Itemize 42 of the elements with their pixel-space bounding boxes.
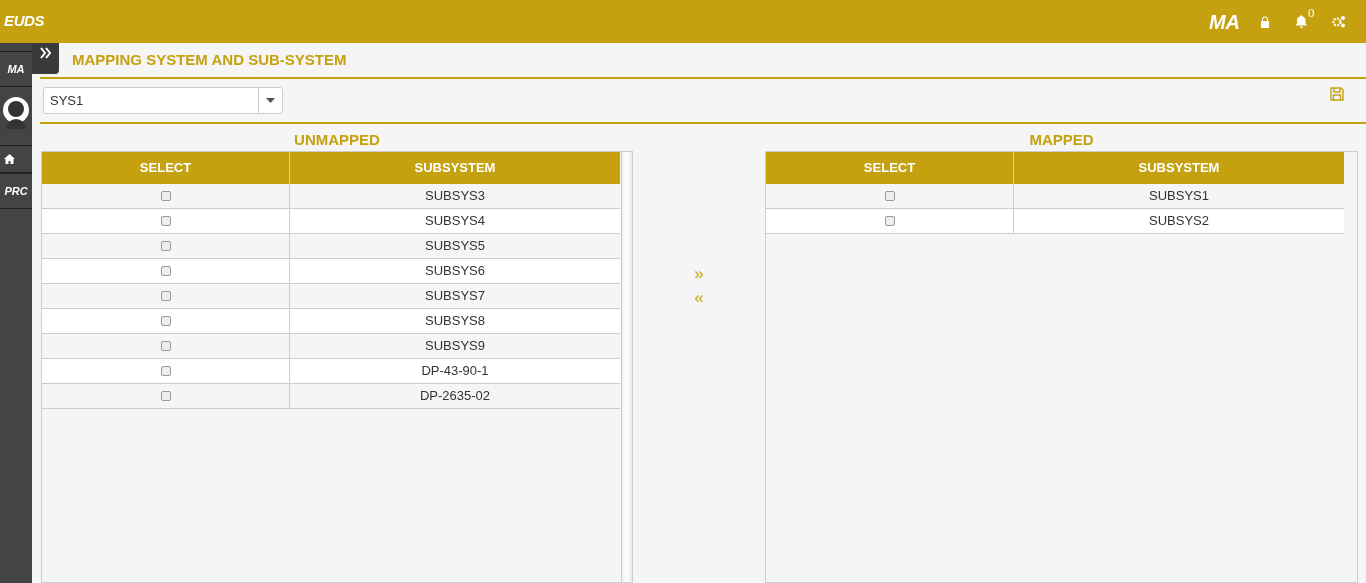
table-cell-text: SUBSYS9 <box>424 337 486 356</box>
table-cell-text: SUBSYS4 <box>424 212 486 231</box>
checkbox[interactable] <box>160 366 171 376</box>
checkbox[interactable] <box>160 191 171 201</box>
checkbox[interactable] <box>160 316 171 326</box>
table-cell-text: DP-2635-02 <box>418 387 492 406</box>
page-title: MAPPING SYSTEM AND SUB-SYSTEM <box>72 49 347 70</box>
sidebar-logo[interactable]: PRC <box>0 173 32 209</box>
table-cell-text: SUBSYS7 <box>424 287 486 306</box>
table-cell-text: DP-43-90-1 <box>420 362 490 381</box>
checkbox[interactable] <box>160 341 171 351</box>
checkbox[interactable] <box>160 291 171 301</box>
notification-count: 0 <box>1308 4 1315 22</box>
settings-icon[interactable] <box>1332 15 1346 28</box>
checkbox[interactable] <box>160 391 171 401</box>
table-cell-text: SUBSYS6 <box>424 262 486 281</box>
bell-icon[interactable] <box>1295 15 1308 28</box>
checkbox[interactable] <box>160 266 171 276</box>
table-cell-text: SUBSYS5 <box>424 237 486 256</box>
table-cell-text: SUBSYS3 <box>424 187 486 206</box>
scrollbar[interactable] <box>621 152 632 582</box>
table-cell-text: SUBSYS8 <box>424 312 486 331</box>
column-header: SUBSYSTEM <box>413 159 497 178</box>
system-dropdown[interactable]: SYS1 <box>43 87 283 114</box>
lock-icon[interactable] <box>1260 15 1270 28</box>
double-chevron-icon <box>39 47 52 59</box>
expand-button[interactable] <box>32 43 59 74</box>
logo: EUDS <box>4 11 45 32</box>
table-cell-text: SUBSYS1 <box>1148 187 1210 206</box>
avatar-icon[interactable] <box>1 95 31 129</box>
panel-title: MAPPED <box>1028 130 1095 150</box>
checkbox[interactable] <box>160 241 171 251</box>
checkbox[interactable] <box>884 216 895 226</box>
sidebar-item[interactable] <box>0 145 32 173</box>
home-icon <box>4 154 15 164</box>
panel-title: UNMAPPED <box>293 130 381 150</box>
table-cell-text: SUBSYS2 <box>1148 212 1210 231</box>
checkbox[interactable] <box>884 191 895 201</box>
column-header: SUBSYSTEM <box>1137 159 1221 178</box>
save-icon[interactable] <box>1330 86 1344 101</box>
checkbox[interactable] <box>160 216 171 226</box>
caret-icon <box>266 98 275 103</box>
